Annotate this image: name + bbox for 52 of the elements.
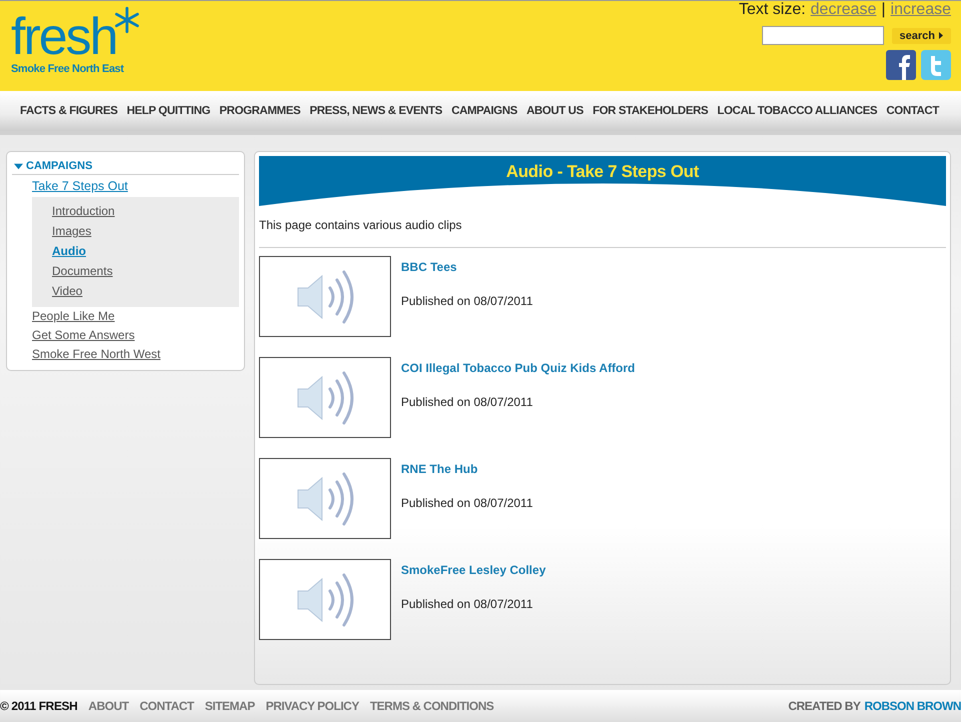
- footer-link[interactable]: CONTACT: [140, 699, 194, 713]
- submenu-item[interactable]: Audio: [32, 242, 86, 262]
- facebook-icon[interactable]: [886, 50, 916, 80]
- footer-link[interactable]: SITEMAP: [204, 699, 255, 713]
- page-title: Audio - Take 7 Steps Out: [505, 161, 700, 182]
- nav-item[interactable]: HELP QUITTING: [126, 105, 210, 117]
- search-field[interactable]: [762, 26, 884, 45]
- nav-item[interactable]: PROGRAMMES: [219, 105, 300, 117]
- nav-item[interactable]: FACTS & FIGURES: [20, 105, 118, 117]
- caret-down-icon[interactable]: [14, 162, 23, 170]
- clip-title-link[interactable]: COI Illegal Tobacco Pub Quiz Kids Afford: [401, 361, 636, 375]
- search-button[interactable]: search: [892, 28, 951, 44]
- sidebar-heading[interactable]: CAMPAIGNS: [26, 160, 92, 172]
- logo-tagline: Smoke Free North East: [11, 63, 125, 75]
- sidebar-item[interactable]: Take 7 Steps Out: [12, 175, 128, 197]
- published-date: Published on 08/07/2011: [401, 395, 534, 409]
- nav-item[interactable]: ABOUT US: [526, 105, 584, 117]
- separator: |: [881, 1, 886, 19]
- published-date: Published on 08/07/2011: [401, 496, 533, 510]
- audio-thumbnail[interactable]: [259, 458, 391, 539]
- clip-title-link[interactable]: RNE The Hub: [401, 462, 533, 476]
- submenu-item[interactable]: Introduction: [32, 202, 115, 222]
- published-date: Published on 08/07/2011: [401, 294, 533, 308]
- decrease-link[interactable]: decrease: [810, 1, 876, 19]
- submenu-item[interactable]: Documents: [32, 262, 113, 282]
- nav-item[interactable]: CAMPAIGNS: [451, 105, 518, 117]
- sidebar-item[interactable]: Get Some Answers: [12, 326, 135, 345]
- clip-title-link[interactable]: BBC Tees: [401, 260, 533, 274]
- increase-link[interactable]: increase: [890, 1, 951, 19]
- text-size-label: Text size:: [738, 1, 806, 19]
- audio-thumbnail[interactable]: [259, 559, 391, 640]
- footer-link[interactable]: ABOUT: [88, 699, 129, 713]
- audio-thumbnail[interactable]: [259, 357, 391, 438]
- submenu-item[interactable]: Images: [32, 222, 92, 242]
- nav-item[interactable]: LOCAL TOBACCO ALLIANCES: [717, 105, 878, 117]
- credit-label: CREATED BY: [788, 699, 860, 713]
- sidebar-item[interactable]: People Like Me: [12, 307, 115, 326]
- nav-item[interactable]: PRESS, NEWS & EVENTS: [310, 105, 442, 117]
- published-date: Published on 08/07/2011: [401, 597, 534, 611]
- nav-item[interactable]: CONTACT: [886, 105, 939, 117]
- intro-text: This page contains various audio clips: [259, 218, 463, 232]
- caret-right-icon: [939, 32, 943, 39]
- credit-link[interactable]: ROBSON BROWN: [864, 699, 961, 713]
- submenu-item[interactable]: Video: [32, 282, 82, 302]
- audio-thumbnail[interactable]: [259, 256, 391, 337]
- sidebar-item[interactable]: Smoke Free North West: [12, 345, 160, 364]
- logo-wordmark[interactable]: fresh: [11, 9, 117, 65]
- copyright-text: © 2011 FRESH: [0, 699, 78, 713]
- clip-title-link[interactable]: SmokeFree Lesley Colley: [401, 563, 546, 577]
- nav-item[interactable]: FOR STAKEHOLDERS: [592, 105, 708, 117]
- footer-link[interactable]: TERMS & CONDITIONS: [370, 699, 494, 713]
- footer-link[interactable]: PRIVACY POLICY: [266, 699, 359, 713]
